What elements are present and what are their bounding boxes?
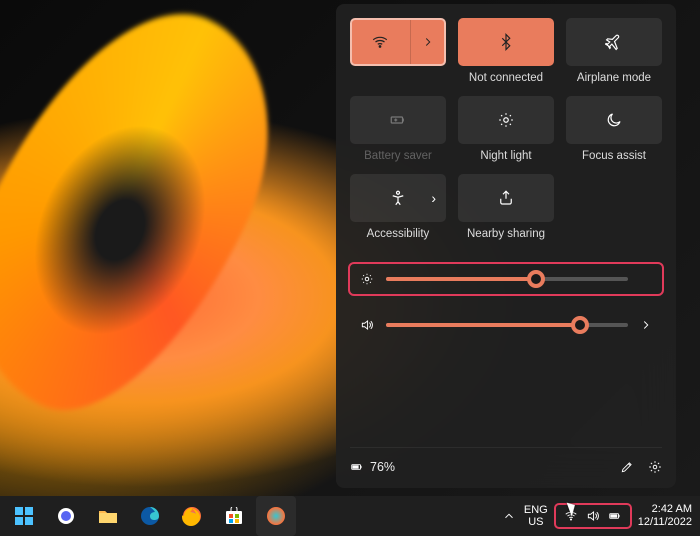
chevron-right-icon	[639, 318, 653, 332]
taskbar: ENG US 2:42 AM 12/11/2022	[0, 496, 700, 536]
nearby-sharing-label: Nearby sharing	[467, 228, 545, 242]
taskbar-chat[interactable]	[46, 496, 86, 536]
battery-status[interactable]: 76%	[350, 460, 395, 474]
share-icon	[497, 189, 515, 207]
volume-slider[interactable]	[386, 323, 628, 327]
airplane-label: Airplane mode	[577, 72, 651, 86]
taskbar-firefox[interactable]	[172, 496, 212, 536]
tile-focus-assist: Focus assist	[566, 96, 662, 164]
moon-icon	[605, 111, 623, 129]
chevron-up-icon	[502, 509, 516, 523]
night-light-label: Night light	[480, 150, 531, 164]
bluetooth-icon	[497, 33, 515, 51]
sliders-section	[350, 264, 662, 340]
tile-wifi	[350, 18, 446, 86]
pencil-icon	[620, 460, 634, 474]
accessibility-toggle[interactable]	[350, 174, 446, 222]
quick-settings-panel: Not connected Airplane mode Battery save…	[336, 4, 676, 488]
bluetooth-toggle[interactable]	[458, 18, 554, 66]
folder-icon	[98, 507, 118, 525]
system-tray-network[interactable]	[556, 505, 630, 527]
firefox-icon	[182, 506, 202, 526]
lang-primary: ENG	[524, 504, 548, 516]
taskbar-explorer[interactable]	[88, 496, 128, 536]
tile-nearby-sharing: Nearby sharing	[458, 174, 554, 242]
tile-bluetooth: Not connected	[458, 18, 554, 86]
clock-time: 2:42 AM	[638, 503, 692, 516]
windows-icon	[15, 507, 33, 525]
focus-assist-label: Focus assist	[582, 150, 646, 164]
taskbar-edge[interactable]	[130, 496, 170, 536]
battery-icon	[350, 460, 364, 474]
volume-icon	[586, 509, 600, 523]
tile-empty	[566, 174, 662, 242]
accessibility-icon	[389, 189, 407, 207]
panel-footer: 76%	[350, 447, 662, 474]
wifi-icon	[371, 33, 389, 51]
start-button[interactable]	[4, 496, 44, 536]
airplane-toggle[interactable]	[566, 18, 662, 66]
accessibility-label: Accessibility	[367, 228, 430, 242]
focus-assist-toggle[interactable]	[566, 96, 662, 144]
taskbar-pinned	[0, 496, 296, 536]
battery-icon	[608, 509, 622, 523]
brightness-icon	[358, 272, 376, 286]
lang-secondary: US	[524, 516, 548, 528]
bluetooth-label: Not connected	[469, 72, 543, 86]
edit-quick-settings[interactable]	[620, 460, 634, 474]
tray-overflow[interactable]	[502, 509, 516, 523]
tile-airplane: Airplane mode	[566, 18, 662, 86]
volume-expand[interactable]	[638, 318, 654, 332]
clock[interactable]: 2:42 AM 12/11/2022	[638, 503, 692, 529]
tile-accessibility: Accessibility	[350, 174, 446, 242]
chat-icon	[56, 506, 76, 526]
tile-battery-saver: Battery saver	[350, 96, 446, 164]
volume-slider-row	[350, 310, 662, 340]
taskbar-tray: ENG US 2:42 AM 12/11/2022	[502, 503, 700, 529]
gear-icon	[648, 460, 662, 474]
battery-saver-toggle[interactable]	[350, 96, 446, 144]
wifi-expand[interactable]	[410, 20, 444, 64]
quick-tiles-grid: Not connected Airplane mode Battery save…	[350, 18, 662, 242]
wallpaper-art	[0, 40, 320, 460]
language-indicator[interactable]: ENG US	[524, 504, 548, 528]
store-icon	[225, 507, 243, 525]
battery-percent: 76%	[370, 460, 395, 474]
edge-alt-icon	[266, 506, 286, 526]
brightness-slider[interactable]	[386, 277, 628, 281]
taskbar-edge-alt[interactable]	[256, 496, 296, 536]
taskbar-store[interactable]	[214, 496, 254, 536]
tile-night-light: Night light	[458, 96, 554, 164]
night-light-toggle[interactable]	[458, 96, 554, 144]
open-settings[interactable]	[648, 460, 662, 474]
night-light-icon	[497, 111, 515, 129]
edge-icon	[140, 506, 160, 526]
battery-saver-icon	[389, 111, 407, 129]
wifi-icon	[564, 509, 578, 523]
volume-icon	[358, 318, 376, 332]
airplane-icon	[605, 33, 623, 51]
brightness-slider-row	[350, 264, 662, 294]
nearby-sharing-toggle[interactable]	[458, 174, 554, 222]
clock-date: 12/11/2022	[638, 516, 692, 529]
battery-saver-label: Battery saver	[364, 150, 432, 164]
chevron-right-icon	[421, 35, 435, 49]
wifi-toggle[interactable]	[350, 18, 446, 66]
